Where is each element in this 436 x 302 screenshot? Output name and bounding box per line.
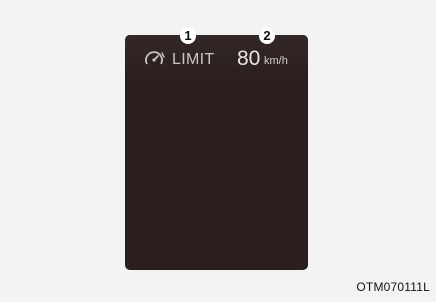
cluster-display-panel: LIMIT 80 km/h (125, 35, 308, 270)
limit-label: LIMIT (172, 51, 215, 68)
callout-1-marker: 1 (180, 28, 196, 44)
speed-limit-value: 80 (237, 47, 261, 70)
figure-code-label: OTM070111L (356, 280, 430, 294)
speed-limit-header: LIMIT 80 km/h (125, 35, 308, 81)
callout-2-marker: 2 (259, 28, 275, 44)
speed-unit-label: km/h (264, 55, 288, 67)
speed-limiter-gauge-icon (144, 51, 166, 67)
